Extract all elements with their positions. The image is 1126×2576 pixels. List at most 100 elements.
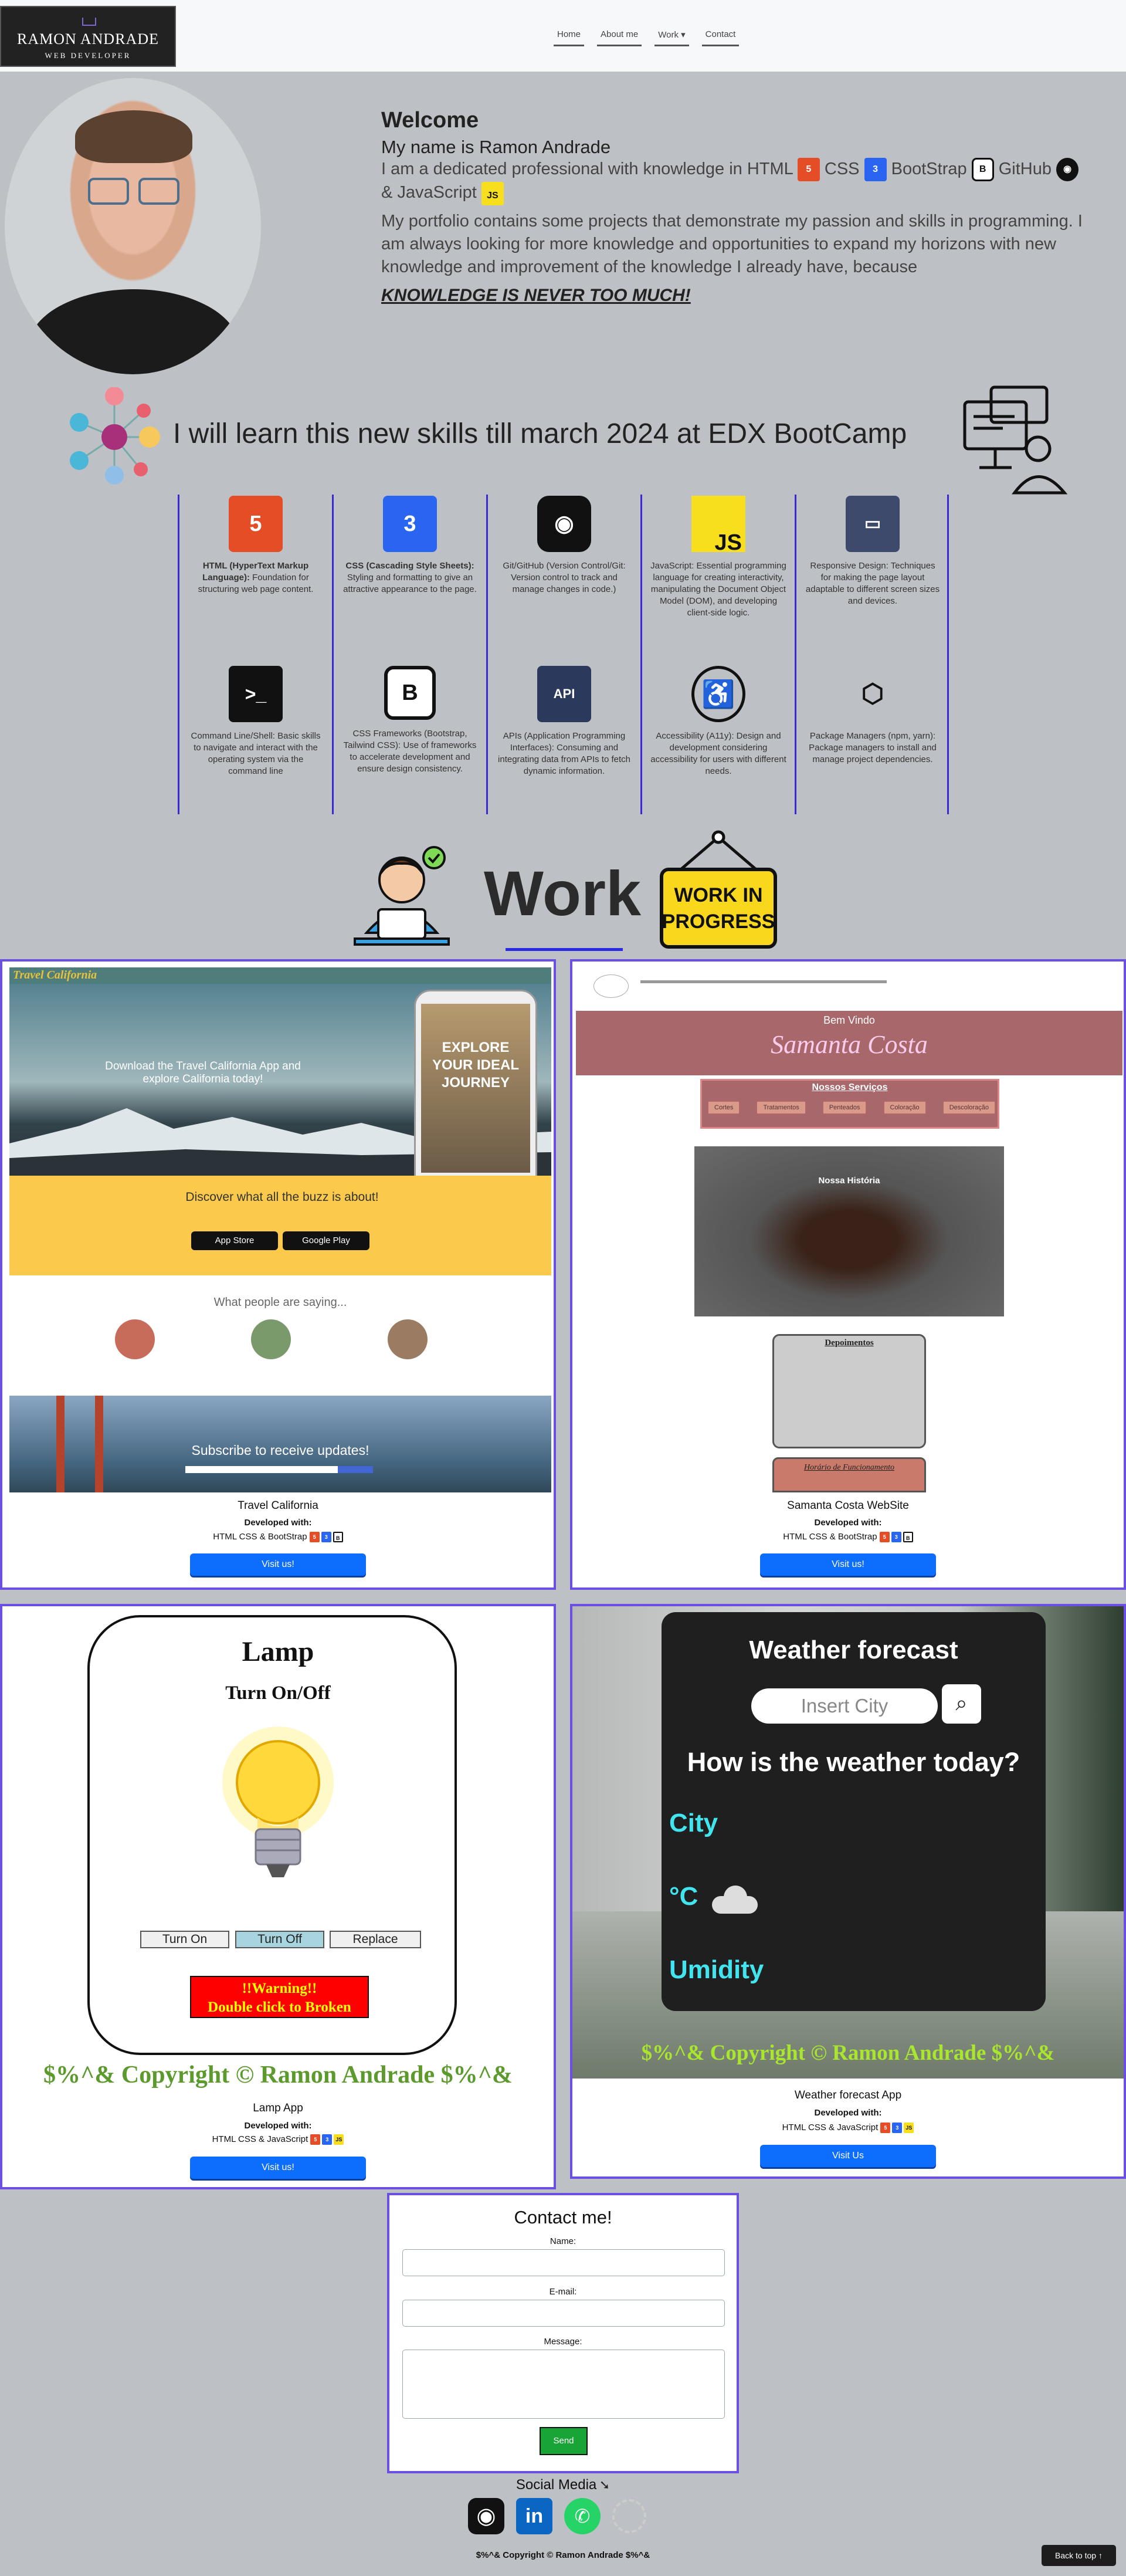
screenshot-welcome: Bem Vindo <box>823 1014 875 1026</box>
welcome-title: Welcome <box>381 108 479 133</box>
service-chip[interactable]: Penteados <box>822 1101 867 1114</box>
bootstrap-text: BootStrap <box>891 160 967 178</box>
tech-stack-text: HTML CSS & JavaScript <box>782 2123 879 2132</box>
html5-icon: 5 <box>797 158 820 182</box>
nav-work-dropdown[interactable]: Work ▾ <box>654 28 689 46</box>
nav-home[interactable]: Home <box>554 28 585 46</box>
nav-contact[interactable]: Contact <box>701 28 740 46</box>
crown-icon <box>82 18 96 26</box>
javascript-icon: JS <box>691 496 745 554</box>
linkedin-icon[interactable]: in <box>516 2498 552 2534</box>
google-play-badge[interactable]: Google Play <box>283 1231 369 1250</box>
bootstrap-icon: B <box>971 158 994 182</box>
screenshot-subscribe: Subscribe to receive updates! <box>191 1443 369 1458</box>
turn-off-button[interactable]: Turn Off <box>235 1931 324 1948</box>
logo[interactable]: RAMON ANDRADE WEB DEVELOPER <box>0 6 176 67</box>
nav-about[interactable]: About me <box>597 28 642 46</box>
skill-desc: Git/GitHub (Version Control/Git: Version… <box>503 561 626 594</box>
loading-icon[interactable] <box>612 2499 646 2533</box>
lamp-copyright: $%^& Copyright © Ramon Andrade $%^& <box>43 2062 513 2088</box>
skills-column: 5 HTML (HyperText Markup Language): Found… <box>178 495 332 814</box>
skill-card-css: 3 CSS (Cascading Style Sheets): Styling a… <box>342 496 478 595</box>
cloud-icon <box>712 1883 758 1914</box>
turn-on-button[interactable]: Turn On <box>140 1931 229 1948</box>
intro-text: I am a dedicated professional with knowl… <box>381 160 793 178</box>
skills-line: I am a dedicated professional with knowl… <box>381 158 1108 205</box>
lamp-heading: Lamp <box>242 1636 314 1667</box>
visit-button[interactable]: Visit us! <box>190 2157 366 2179</box>
service-chip[interactable]: Coloração <box>883 1101 926 1114</box>
email-field[interactable] <box>402 2300 725 2327</box>
online-learning-icon <box>963 385 1068 495</box>
project-screenshot[interactable]: Travel California Download the Travel Ca… <box>9 967 551 1492</box>
skill-card-api: API APIs (Application Programming Interfa… <box>496 666 632 777</box>
social-heading: Social Media <box>515 2477 597 2493</box>
skill-card-package: ⬡ Package Managers (npm, yarn): Package m… <box>805 666 941 766</box>
humidity-label: Umidity <box>669 1955 764 1984</box>
github-icon: ◉ <box>1056 158 1079 182</box>
skill-desc: Package Managers (npm, yarn): Package ma… <box>809 731 937 764</box>
skills-column: ◉ Git/GitHub (Version Control/Git: Versio… <box>486 495 640 814</box>
tech-stack: HTML CSS & JavaScript 5 3 JS <box>572 2123 1124 2134</box>
warning-box[interactable]: !!Warning!! Double click to Broken <box>190 1976 369 2018</box>
search-icon[interactable]: ⌕ <box>942 1684 981 1724</box>
project-screenshot[interactable]: Weather forecast Insert City ⌕ How is th… <box>572 1606 1124 2079</box>
project-card-weather: Weather forecast Insert City ⌕ How is th… <box>570 1604 1126 2179</box>
work-underline <box>506 948 623 951</box>
project-screenshot[interactable]: Bem Vindo Samanta Costa Nossos Serviços … <box>576 967 1122 1492</box>
hero-line: explore California today! <box>143 1073 263 1085</box>
project-title: Weather forecast App <box>794 2089 902 2101</box>
whatsapp-icon[interactable]: ✆ <box>564 2498 601 2534</box>
bootstrap-icon: B <box>903 1532 913 1543</box>
learn-banner: I will learn this new skills till march … <box>59 375 1085 495</box>
send-button[interactable]: Send <box>540 2427 588 2455</box>
visit-button[interactable]: Visit us! <box>190 1553 366 1576</box>
arrow-down-icon: ➘ <box>599 2477 611 2492</box>
visit-button[interactable]: Visit us! <box>760 1553 936 1576</box>
skills-column: ▭ Responsive Design: Techniques for makin… <box>795 495 949 814</box>
project-screenshot[interactable]: Lamp Turn On/Off Turn On Turn Off Replac… <box>2 1606 554 2096</box>
city-search-input[interactable]: Insert City <box>751 1688 938 1724</box>
work-in-progress-sign: WORK IN PROGRESS <box>660 830 777 949</box>
back-to-top-button[interactable]: Back to top ↑ <box>1042 2545 1116 2566</box>
phone-hero-text: EXPLORE YOUR IDEAL JOURNEY <box>421 1004 530 1173</box>
app-store-badge[interactable]: App Store <box>191 1231 278 1250</box>
tech-stack-text: HTML CSS & BootStrap <box>783 1532 877 1542</box>
weather-heading: Weather forecast <box>749 1636 958 1664</box>
skill-card-js: JS JavaScript: Essential programming lang… <box>650 496 786 619</box>
visit-button[interactable]: Visit Us <box>760 2145 936 2167</box>
tech-stack-text: HTML CSS & JavaScript <box>212 2134 308 2144</box>
tech-stack-text: HTML CSS & BootStrap <box>213 1532 307 1542</box>
lamp-subheading: Turn On/Off <box>225 1683 331 1704</box>
css3-icon: 3 <box>864 158 887 182</box>
replace-button[interactable]: Replace <box>330 1931 421 1948</box>
developed-with-label: Developed with: <box>814 2108 882 2118</box>
service-chip[interactable]: Tratamentos <box>757 1101 806 1114</box>
name-field[interactable] <box>402 2249 725 2276</box>
github-icon[interactable]: ◉ <box>468 2498 504 2534</box>
skill-desc: APIs (Application Programming Interfaces… <box>498 731 630 776</box>
javascript-icon: JS <box>334 2134 344 2145</box>
screenshot-logo: Travel California <box>13 969 97 981</box>
nav-links: Home About me Work ▾ Contact <box>554 28 740 46</box>
project-card-lamp: Lamp Turn On/Off Turn On Turn Off Replac… <box>0 1604 556 2189</box>
developer-icon <box>354 846 450 946</box>
profile-photo <box>5 78 261 374</box>
css3-icon: 3 <box>322 2134 333 2145</box>
portfolio-paragraph: My portfolio contains some projects that… <box>381 211 1083 276</box>
message-field[interactable] <box>402 2350 725 2419</box>
tech-stack: HTML CSS & BootStrap 53B <box>572 1532 1124 1543</box>
message-label: Message: <box>544 2337 582 2347</box>
screenshot-testimonials: What people are saying... <box>213 1296 347 1309</box>
skill-card-bootstrap: B CSS Frameworks (Bootstrap, Tailwind CSS… <box>342 666 478 775</box>
skill-card-responsive: ▭ Responsive Design: Techniques for makin… <box>805 496 941 607</box>
skill-desc: Responsive Design: Techniques for making… <box>805 561 940 606</box>
service-chip[interactable]: Descoloração <box>942 1101 995 1114</box>
service-chip[interactable]: Cortes <box>708 1101 740 1114</box>
motto: KNOWLEDGE IS NEVER TOO MUCH! <box>381 285 691 305</box>
project-title: Samanta Costa WebSite <box>787 1499 909 1512</box>
screenshot-hero-text: Download the Travel California App and ex… <box>56 1060 350 1086</box>
html5-icon: 5 <box>880 2123 891 2134</box>
project-title: Lamp App <box>253 2102 303 2114</box>
lightbulb-icon <box>222 1727 334 1877</box>
